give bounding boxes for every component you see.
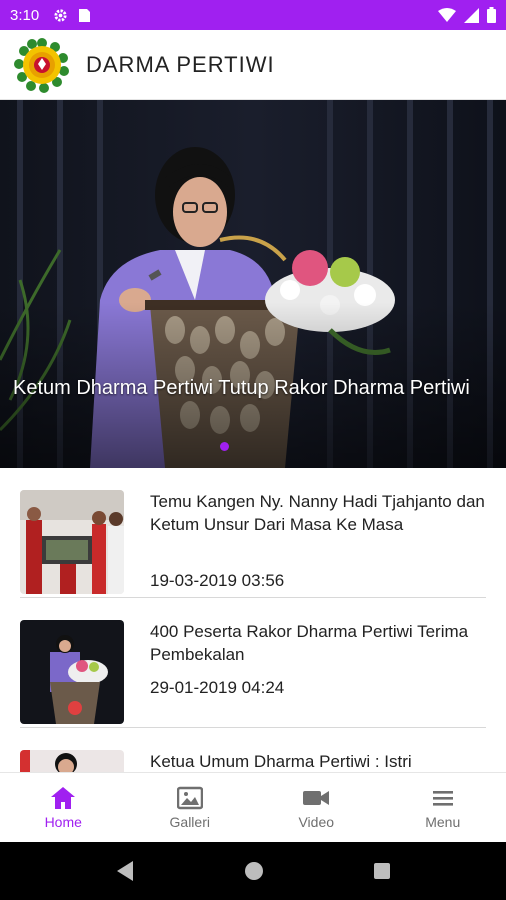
home-circle-icon[interactable] bbox=[244, 861, 264, 881]
gear-icon bbox=[54, 8, 67, 22]
video-camera-icon bbox=[303, 790, 330, 805]
hero-image bbox=[0, 100, 506, 468]
news-title[interactable]: 400 Peserta Rakor Dharma Pertiwi Terima … bbox=[150, 620, 490, 666]
news-thumbnail bbox=[20, 490, 124, 594]
nav-galleri[interactable]: Galleri bbox=[127, 773, 254, 842]
hero-slider[interactable]: Ketum Dharma Pertiwi Tutup Rakor Dharma … bbox=[0, 100, 506, 468]
list-item[interactable]: Ketua Umum Dharma Pertiwi : Istri bbox=[20, 728, 486, 772]
sim-card-icon bbox=[79, 8, 91, 22]
system-navigation-bar bbox=[0, 842, 506, 900]
wifi-icon bbox=[438, 7, 456, 22]
list-item[interactable]: 400 Peserta Rakor Dharma Pertiwi Terima … bbox=[20, 598, 486, 728]
battery-icon bbox=[487, 7, 496, 23]
recents-icon[interactable] bbox=[373, 862, 391, 880]
gallery-icon bbox=[176, 786, 203, 809]
news-title[interactable]: Ketua Umum Dharma Pertiwi : Istri bbox=[150, 750, 490, 772]
list-item[interactable]: Temu Kangen Ny. Nanny Hadi Tjahjanto dan… bbox=[20, 468, 486, 598]
bottom-navigation: Home Galleri Video Menu bbox=[0, 772, 506, 842]
hero-caption[interactable]: Ketum Dharma Pertiwi Tutup Rakor Dharma … bbox=[13, 374, 483, 402]
nav-video[interactable]: Video bbox=[253, 773, 380, 842]
news-date: 19-03-2019 03:56 bbox=[150, 571, 285, 590]
nav-menu[interactable]: Menu bbox=[380, 773, 506, 842]
news-thumbnail bbox=[20, 750, 124, 772]
slider-indicator-dot bbox=[220, 442, 229, 451]
app-bar: DARMA PERTIWI bbox=[0, 30, 506, 100]
status-bar: 3:10 bbox=[0, 0, 506, 30]
news-list[interactable]: Temu Kangen Ny. Nanny Hadi Tjahjanto dan… bbox=[0, 468, 506, 772]
home-icon bbox=[51, 786, 76, 809]
news-date: 29-01-2019 04:24 bbox=[150, 678, 285, 697]
nav-label: Menu bbox=[425, 813, 461, 830]
nav-label: Galleri bbox=[169, 813, 210, 830]
menu-icon bbox=[432, 790, 453, 806]
news-title[interactable]: Temu Kangen Ny. Nanny Hadi Tjahjanto dan… bbox=[150, 490, 490, 536]
back-icon[interactable] bbox=[115, 860, 135, 882]
signal-icon bbox=[464, 7, 479, 23]
news-thumbnail bbox=[20, 620, 124, 724]
app-title: DARMA PERTIWI bbox=[86, 51, 275, 77]
status-time: 3:10 bbox=[10, 6, 40, 24]
nav-label: Home bbox=[44, 813, 82, 830]
nav-home[interactable]: Home bbox=[0, 773, 127, 842]
darma-pertiwi-logo bbox=[14, 37, 69, 93]
nav-label: Video bbox=[298, 813, 335, 830]
